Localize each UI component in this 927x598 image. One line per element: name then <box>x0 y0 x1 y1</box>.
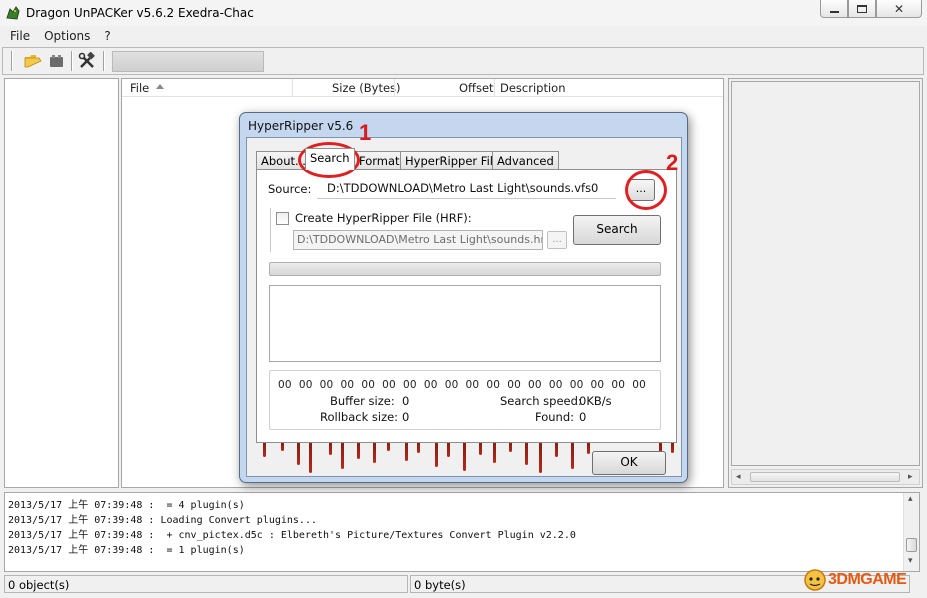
annotation-step-2: 2 <box>666 150 679 175</box>
toolbar-grip <box>11 51 13 71</box>
search-speed-value: 0KB/s <box>579 394 612 408</box>
toolbar-separator <box>103 51 105 71</box>
search-tab-page: Source: D:\TDDOWNLOAD\Metro Last Light\s… <box>256 169 677 443</box>
column-header-offset[interactable]: Offset <box>459 81 494 95</box>
column-divider <box>494 79 495 97</box>
create-hrf-checkbox[interactable] <box>276 212 289 225</box>
toolbar-separator <box>71 51 73 71</box>
scrollbar-thumb[interactable] <box>750 472 900 482</box>
annotation-step-1: 1 <box>359 120 372 145</box>
preview-area <box>731 81 920 466</box>
sort-asc-icon <box>156 84 164 89</box>
tab-hyperripper-file[interactable]: HyperRipper File <box>400 151 506 169</box>
search-button[interactable]: Search <box>573 215 661 245</box>
buffer-size-label: Buffer size: <box>330 394 395 408</box>
status-bar: 0 object(s) 0 byte(s) <box>4 575 922 595</box>
ok-button[interactable]: OK <box>592 451 666 475</box>
source-label: Source: <box>268 182 312 196</box>
hyperripper-dialog: HyperRipper v5.6 About... Search Formats… <box>239 112 688 483</box>
title-bar: Dragon UnPACKer v5.6.2 Exedra-Chac ✕ <box>0 0 927 26</box>
minimize-button[interactable] <box>820 0 848 18</box>
dragon-app-icon <box>6 6 20 20</box>
minimize-icon <box>829 10 839 13</box>
search-info-group: 00 00 00 00 00 00 00 00 00 00 00 00 00 0… <box>269 370 661 430</box>
watermark-logo: 3DMGAME <box>800 565 924 595</box>
search-progress-bar <box>269 262 661 276</box>
folder-open-icon[interactable] <box>23 51 43 71</box>
hrf-browse-button: ... <box>547 231 567 249</box>
menu-help[interactable]: ? <box>104 26 110 46</box>
tools-icon[interactable] <box>77 51 97 71</box>
dialog-body: About... Search Formats HyperRipper File… <box>246 137 682 477</box>
column-header-size[interactable]: Size (Bytes) <box>332 81 401 95</box>
column-header-file[interactable]: File <box>130 81 149 95</box>
rollback-size-label: Rollback size: <box>320 410 399 424</box>
create-hrf-label[interactable]: Create HyperRipper File (HRF): <box>295 211 472 225</box>
hrf-path-input: D:\TDDOWNLOAD\Metro Last Light\sounds.hr… <box>293 230 543 250</box>
menu-bar: File Options ? <box>0 26 927 46</box>
file-list-header: File Size (Bytes) Offset Description <box>122 79 723 97</box>
buffer-size-value: 0 <box>402 394 410 408</box>
column-divider <box>394 79 395 97</box>
tab-advanced[interactable]: Advanced <box>492 151 559 169</box>
preview-panel: ◂ ▸ <box>728 78 923 488</box>
maximize-icon <box>857 4 867 13</box>
found-label: Found: <box>535 410 574 424</box>
tab-search[interactable]: Search <box>305 148 355 170</box>
dialog-title: HyperRipper v5.6 <box>248 119 354 133</box>
log-line: 2013/5/17 上午 07:39:48 : + cnv_pictex.d5c… <box>8 530 576 541</box>
log-panel[interactable]: 2013/5/17 上午 07:39:48 : = 4 plugin(s) 20… <box>4 492 920 572</box>
source-path-value: D:\TDDOWNLOAD\Metro Last Light\sounds.vf… <box>327 181 599 195</box>
close-button[interactable]: ✕ <box>876 0 922 18</box>
window-title: Dragon UnPACKer v5.6.2 Exedra-Chac <box>26 6 254 20</box>
toolbar <box>2 47 924 75</box>
search-speed-label: Search speed: <box>500 394 582 408</box>
close-icon: ✕ <box>893 1 905 16</box>
hex-buffer-display: 00 00 00 00 00 00 00 00 00 00 00 00 00 0… <box>278 379 646 391</box>
scroll-right-icon[interactable]: ▸ <box>908 472 913 482</box>
menu-file[interactable]: File <box>10 26 30 46</box>
source-underline <box>317 198 616 199</box>
log-line: 2013/5/17 上午 07:39:48 : = 1 plugin(s) <box>8 545 245 556</box>
directory-tree-panel[interactable] <box>4 78 119 488</box>
maximize-button[interactable] <box>848 0 876 18</box>
watermark-mascot-icon <box>804 569 826 591</box>
plugin-icon[interactable] <box>47 51 67 71</box>
toolbar-progress-bar <box>112 51 264 72</box>
vertical-scrollbar[interactable]: ▴ ▾ <box>903 493 919 571</box>
log-line: 2013/5/17 上午 07:39:48 : = 4 plugin(s) <box>8 500 245 511</box>
scrollbar-thumb[interactable] <box>906 538 917 552</box>
status-object-count: 0 object(s) <box>4 575 408 593</box>
menu-options[interactable]: Options <box>44 26 90 46</box>
found-value: 0 <box>579 410 587 424</box>
scroll-up-icon[interactable]: ▴ <box>908 494 913 504</box>
column-header-description[interactable]: Description <box>500 81 566 95</box>
column-divider <box>292 79 293 97</box>
scroll-left-icon[interactable]: ◂ <box>736 472 741 482</box>
search-results-list[interactable] <box>269 285 661 362</box>
log-line: 2013/5/17 上午 07:39:48 : Loading Convert … <box>8 515 317 526</box>
rollback-size-value: 0 <box>402 410 410 424</box>
annotation-ring-browse-button <box>625 170 667 210</box>
hrf-group: Create HyperRipper File (HRF): D:\TDDOWN… <box>270 208 567 252</box>
horizontal-scrollbar[interactable]: ◂ ▸ <box>731 469 920 485</box>
watermark-text: 3DMGAME <box>828 571 907 588</box>
